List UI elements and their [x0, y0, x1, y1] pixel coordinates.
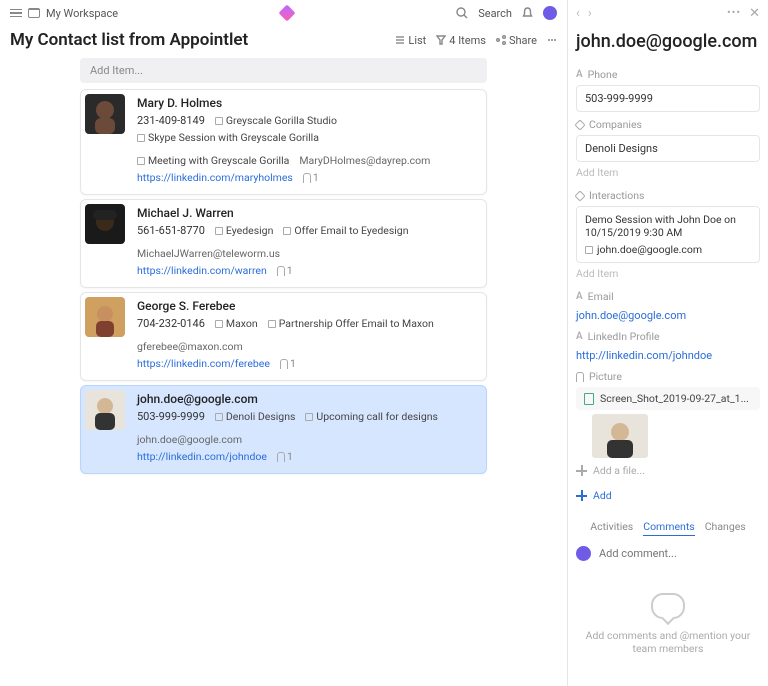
file-attachment[interactable]: Screen_Shot_2019-09-27_at_1... — [576, 387, 760, 410]
contact-email: MaryDHolmes@dayrep.com — [299, 154, 430, 167]
share-button[interactable]: Share — [496, 34, 537, 47]
linkedin-value[interactable]: http://linkedin.com/johndoe — [576, 347, 760, 364]
contact-email: gferebee@maxon.com — [137, 340, 243, 353]
more-icon[interactable]: ••• — [727, 6, 741, 21]
contact-email: john.doe@google.com — [137, 433, 242, 446]
menu-icon[interactable] — [10, 9, 22, 18]
folder-icon — [28, 8, 40, 18]
company-chip[interactable]: Denoli Designs — [215, 410, 296, 423]
contact-avatar — [85, 297, 125, 337]
search-icon[interactable] — [456, 7, 468, 19]
contact-avatar — [85, 94, 125, 134]
contact-linkedin[interactable]: https://linkedin.com/warren — [137, 264, 267, 277]
contact-email: MichaelJWarren@teleworm.us — [137, 247, 280, 260]
field-label-phone: APhone — [576, 68, 760, 81]
contact-card[interactable]: Mary D. Holmes 231-409-8149 Greyscale Go… — [80, 89, 487, 195]
add-field[interactable]: Add — [576, 483, 760, 508]
contact-card[interactable]: john.doe@google.com 503-999-9999 Denoli … — [80, 385, 487, 474]
page-title: My Contact list from Appointlet — [10, 30, 387, 50]
field-label-companies: Companies — [576, 118, 760, 131]
plus-icon — [576, 465, 587, 476]
field-label-email: AEmail — [576, 290, 760, 303]
plus-icon — [576, 490, 587, 501]
search-label[interactable]: Search — [478, 7, 512, 20]
file-icon — [584, 393, 594, 405]
contact-name: George S. Ferebee — [137, 299, 480, 313]
user-avatar[interactable] — [543, 6, 557, 20]
comment-input[interactable] — [599, 547, 760, 560]
contact-linkedin[interactable]: https://linkedin.com/ferebee — [137, 357, 270, 370]
interaction-chip[interactable]: Partnership Offer Email to Maxon — [268, 317, 434, 330]
field-label-linkedin: ALinkedIn Profile — [576, 330, 760, 343]
company-chip[interactable]: Greyscale Gorilla Studio — [215, 114, 337, 127]
contact-name: Michael J. Warren — [137, 206, 480, 220]
contact-phone: 704-232-0146 — [137, 317, 205, 330]
workspace-name[interactable]: My Workspace — [46, 7, 118, 20]
filter-button[interactable]: 4 Items — [436, 34, 486, 47]
contact-phone: 561-651-8770 — [137, 224, 205, 237]
picture-thumbnail[interactable] — [592, 414, 648, 458]
add-interaction[interactable]: Add Item — [576, 263, 760, 284]
interaction-chip[interactable]: Upcoming call for designs — [305, 410, 438, 423]
contact-name: john.doe@google.com — [137, 392, 480, 406]
list-view-button[interactable]: List — [395, 34, 426, 47]
attachment-count[interactable]: 1 — [277, 264, 293, 277]
tab-changes[interactable]: Changes — [705, 520, 746, 536]
attachment-count[interactable]: 1 — [277, 450, 293, 463]
next-button[interactable]: › — [588, 6, 592, 21]
company-chip[interactable]: Eyedesign — [215, 224, 273, 237]
interaction-chip[interactable]: Skype Session with Greyscale Gorilla — [137, 131, 319, 144]
attachment-count[interactable]: 1 — [280, 357, 296, 370]
comment-bubble-icon — [651, 593, 685, 619]
app-logo-icon[interactable] — [279, 5, 296, 22]
contact-card[interactable]: George S. Ferebee 704-232-0146 Maxon Par… — [80, 292, 487, 381]
phone-value[interactable]: 503-999-9999 — [576, 85, 760, 112]
contact-card[interactable]: Michael J. Warren 561-651-8770 Eyedesign… — [80, 199, 487, 288]
empty-state-text: Add comments and @mention your team memb… — [576, 629, 760, 655]
bell-icon[interactable] — [522, 7, 533, 19]
add-item-input[interactable]: Add Item... — [80, 58, 487, 83]
field-label-picture: Picture — [576, 370, 760, 383]
detail-title: john.doe@google.com — [576, 27, 760, 62]
tab-activities[interactable]: Activities — [590, 520, 633, 536]
contact-avatar — [85, 204, 125, 244]
field-label-interactions: Interactions — [576, 189, 760, 202]
add-file[interactable]: Add a file... — [576, 458, 760, 483]
close-icon[interactable]: ✕ — [749, 6, 760, 21]
user-avatar — [576, 546, 591, 561]
company-value[interactable]: Denoli Designs — [576, 135, 760, 162]
email-value[interactable]: john.doe@google.com — [576, 307, 760, 324]
interaction-chip[interactable]: Offer Email to Eyedesign — [283, 224, 408, 237]
interaction-chip[interactable]: Meeting with Greyscale Gorilla — [137, 154, 289, 167]
interaction-value[interactable]: Demo Session with John Doe on 10/15/2019… — [576, 206, 760, 263]
contact-phone: 503-999-9999 — [137, 410, 205, 423]
company-chip[interactable]: Maxon — [215, 317, 258, 330]
prev-button[interactable]: ‹ — [576, 6, 580, 21]
contact-phone: 231-409-8149 — [137, 114, 205, 127]
tab-comments[interactable]: Comments — [643, 520, 694, 536]
add-company[interactable]: Add Item — [576, 162, 760, 183]
contact-avatar — [85, 390, 125, 430]
contact-linkedin[interactable]: https://linkedin.com/maryholmes — [137, 171, 293, 184]
attachment-count[interactable]: 1 — [303, 171, 319, 184]
more-icon[interactable] — [547, 35, 557, 45]
contact-name: Mary D. Holmes — [137, 96, 480, 110]
contact-linkedin[interactable]: http://linkedin.com/johndoe — [137, 450, 267, 463]
